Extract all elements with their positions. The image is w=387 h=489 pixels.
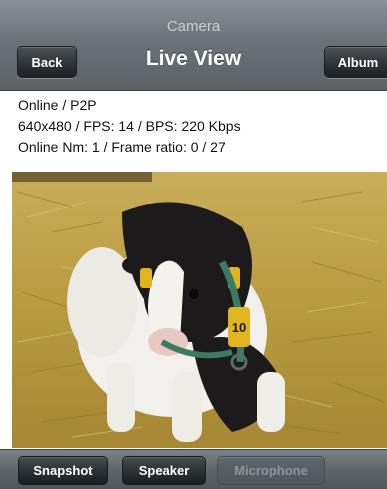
album-button[interactable]: Album bbox=[324, 46, 387, 78]
tag-number: 10 bbox=[232, 320, 246, 335]
app-title: Camera bbox=[166, 18, 221, 35]
bottom-toolbar: Snapshot Speaker Microphone bbox=[0, 449, 387, 489]
camera-frame-image: 10 bbox=[12, 172, 387, 448]
microphone-button[interactable]: Microphone bbox=[217, 456, 325, 485]
viewer-stats: Online Nm: 1 / Frame ratio: 0 / 27 bbox=[18, 139, 226, 155]
live-video-view[interactable]: 10 bbox=[12, 172, 387, 448]
navigation-bar: Camera Back Live View Album bbox=[0, 0, 387, 91]
snapshot-button[interactable]: Snapshot bbox=[18, 456, 108, 485]
speaker-button[interactable]: Speaker bbox=[122, 456, 206, 485]
